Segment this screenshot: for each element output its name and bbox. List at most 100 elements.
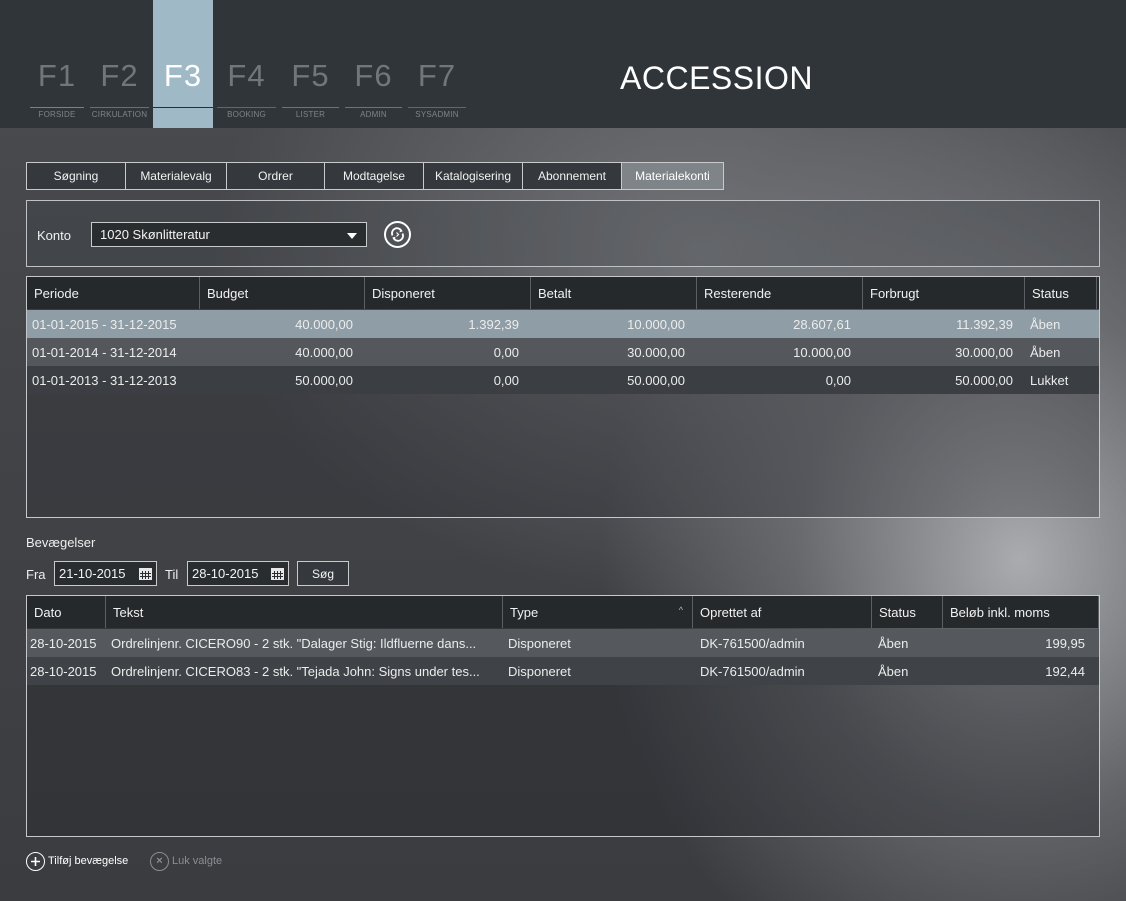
plus-icon-glyph bbox=[31, 856, 40, 866]
close-icon: × bbox=[150, 851, 169, 871]
cell-resterende: 0,00 bbox=[825, 372, 851, 388]
close-selected-label: Luk valgte bbox=[172, 855, 223, 867]
fkey-f2-label: CIRKULATION bbox=[91, 110, 148, 119]
tab-modtagelse[interactable]: Modtagelse bbox=[325, 162, 424, 190]
calendar-icon[interactable] bbox=[271, 568, 284, 580]
fkey-f4-number: F4 bbox=[227, 58, 266, 93]
column-header-resterende[interactable]: Resterende bbox=[697, 277, 863, 309]
account-panel: Konto 1020 Skønlitteratur bbox=[26, 200, 1100, 267]
fkey-f2-number: F2 bbox=[100, 58, 139, 93]
table-row[interactable]: 01-01-2014 - 31-12-2014 40.000,00 0,00 3… bbox=[27, 338, 1099, 366]
table-row[interactable]: 01-01-2015 - 31-12-2015 40.000,00 1.392,… bbox=[27, 310, 1099, 338]
app-title: ACCESSION bbox=[620, 60, 813, 96]
cell-oprettet-af: DK-761500/admin bbox=[700, 635, 805, 651]
table-row[interactable]: 01-01-2013 - 31-12-2013 50.000,00 0,00 5… bbox=[27, 366, 1099, 394]
tab-katalogisering[interactable]: Katalogisering bbox=[424, 162, 523, 190]
fkey-f5[interactable]: F5 LISTER bbox=[280, 0, 341, 128]
fkey-f7[interactable]: F7 SYSADMIN bbox=[406, 0, 468, 128]
fkey-f1-number: F1 bbox=[37, 58, 77, 93]
plus-icon bbox=[26, 851, 45, 871]
account-label: Konto bbox=[37, 228, 71, 243]
cell-betalt: 50.000,00 bbox=[627, 372, 685, 388]
fkey-f4-accent bbox=[217, 107, 276, 108]
periods-table: Periode Budget Disponeret Betalt Restere… bbox=[26, 276, 1100, 518]
fkey-f2-accent bbox=[90, 107, 149, 108]
cell-type: Disponeret bbox=[508, 663, 571, 679]
to-date-value: 28-10-2015 bbox=[192, 566, 259, 581]
from-date-field[interactable]: 21-10-2015 bbox=[54, 561, 157, 586]
cell-beloeb: 199,95 bbox=[1045, 635, 1085, 651]
tab-materialevalg[interactable]: Materialevalg bbox=[126, 162, 227, 190]
cell-periode: 01-01-2015 - 31-12-2015 bbox=[32, 316, 177, 332]
cell-budget: 40.000,00 bbox=[295, 316, 353, 332]
fkey-f3[interactable]: F3 bbox=[153, 0, 213, 128]
app-header: F1 FORSIDE F2 CIRKULATION F3 F4 BOOKING … bbox=[0, 0, 1126, 128]
from-date-value: 21-10-2015 bbox=[59, 566, 126, 581]
to-date-field[interactable]: 28-10-2015 bbox=[187, 561, 289, 586]
cell-disponeret: 0,00 bbox=[493, 372, 519, 388]
refresh-button[interactable] bbox=[384, 221, 411, 248]
module-tabs: Søgning Materialevalg Ordrer Modtagelse … bbox=[26, 162, 724, 190]
column-header-forbrugt[interactable]: Forbrugt bbox=[863, 277, 1025, 309]
cell-periode: 01-01-2013 - 31-12-2013 bbox=[32, 372, 177, 388]
cell-dato: 28-10-2015 bbox=[30, 663, 97, 679]
column-header-type[interactable]: Type ^ bbox=[503, 596, 693, 628]
column-header-beloeb[interactable]: Beløb inkl. moms bbox=[943, 596, 1099, 628]
cell-betalt: 30.000,00 bbox=[627, 344, 685, 360]
column-header-dato[interactable]: Dato bbox=[27, 596, 106, 628]
account-select[interactable]: 1020 Skønlitteratur bbox=[91, 222, 367, 247]
fkey-f7-label: SYSADMIN bbox=[415, 110, 459, 119]
cell-status: Lukket bbox=[1030, 372, 1069, 388]
cell-disponeret: 0,00 bbox=[493, 344, 519, 360]
cell-status: Åben bbox=[878, 663, 909, 679]
search-button[interactable]: Søg bbox=[297, 561, 349, 586]
column-header-disponeret[interactable]: Disponeret bbox=[365, 277, 531, 309]
table-row[interactable]: 28-10-2015 Ordrelinjenr. CICERO83 - 2 st… bbox=[27, 657, 1099, 685]
tab-soegning[interactable]: Søgning bbox=[26, 162, 126, 190]
fkey-f2[interactable]: F2 CIRKULATION bbox=[88, 0, 151, 128]
sort-ascending-icon: ^ bbox=[678, 605, 683, 615]
fkey-f4[interactable]: F4 BOOKING bbox=[215, 0, 278, 128]
fkey-f4-label: BOOKING bbox=[227, 110, 266, 119]
tab-abonnement[interactable]: Abonnement bbox=[523, 162, 622, 190]
column-header-status[interactable]: Status bbox=[872, 596, 943, 628]
fkey-f5-accent bbox=[282, 107, 339, 108]
column-header-oprettet-af[interactable]: Oprettet af bbox=[693, 596, 872, 628]
tab-ordrer[interactable]: Ordrer bbox=[227, 162, 325, 190]
cell-status: Åben bbox=[1030, 344, 1061, 360]
cell-oprettet-af: DK-761500/admin bbox=[700, 663, 805, 679]
fkey-f5-number: F5 bbox=[291, 58, 330, 93]
fkey-f3-accent bbox=[153, 107, 213, 108]
fkey-f1-accent bbox=[30, 107, 84, 108]
table-row[interactable]: 28-10-2015 Ordrelinjenr. CICERO90 - 2 st… bbox=[27, 629, 1099, 657]
movements-table: Dato Tekst Type ^ Oprettet af Status Bel… bbox=[26, 595, 1100, 837]
fkey-f6[interactable]: F6 ADMIN bbox=[343, 0, 404, 128]
column-header-status[interactable]: Status bbox=[1025, 277, 1097, 309]
fkey-f6-label: ADMIN bbox=[360, 110, 387, 119]
fkey-f3-number: F3 bbox=[163, 58, 203, 93]
column-header-periode[interactable]: Periode bbox=[27, 277, 200, 309]
cell-status: Åben bbox=[1030, 316, 1061, 332]
cell-type: Disponeret bbox=[508, 635, 571, 651]
add-movement-label: Tilføj bevægelse bbox=[48, 855, 129, 867]
cell-forbrugt: 30.000,00 bbox=[955, 344, 1013, 360]
cell-status: Åben bbox=[878, 635, 909, 651]
cell-budget: 50.000,00 bbox=[295, 372, 353, 388]
column-header-betalt[interactable]: Betalt bbox=[531, 277, 697, 309]
calendar-icon[interactable] bbox=[139, 568, 152, 580]
tab-materialekonti[interactable]: Materialekonti bbox=[622, 162, 724, 190]
fkey-f1-label: FORSIDE bbox=[38, 110, 76, 119]
fkey-f1[interactable]: F1 FORSIDE bbox=[26, 0, 88, 128]
chevron-down-icon bbox=[347, 233, 357, 239]
column-header-budget[interactable]: Budget bbox=[200, 277, 365, 309]
fkey-f6-number: F6 bbox=[354, 58, 393, 93]
cell-forbrugt: 11.392,39 bbox=[956, 316, 1013, 332]
add-movement-button[interactable]: Tilføj bevægelse bbox=[26, 851, 128, 871]
fkey-f6-accent bbox=[345, 107, 402, 108]
account-select-value: 1020 Skønlitteratur bbox=[100, 227, 210, 242]
movements-title: Bevægelser bbox=[26, 535, 96, 550]
column-header-tekst[interactable]: Tekst bbox=[106, 596, 503, 628]
close-selected-button[interactable]: × Luk valgte bbox=[150, 851, 222, 871]
cell-beloeb: 192,44 bbox=[1045, 663, 1085, 679]
cell-periode: 01-01-2014 - 31-12-2014 bbox=[32, 344, 177, 360]
